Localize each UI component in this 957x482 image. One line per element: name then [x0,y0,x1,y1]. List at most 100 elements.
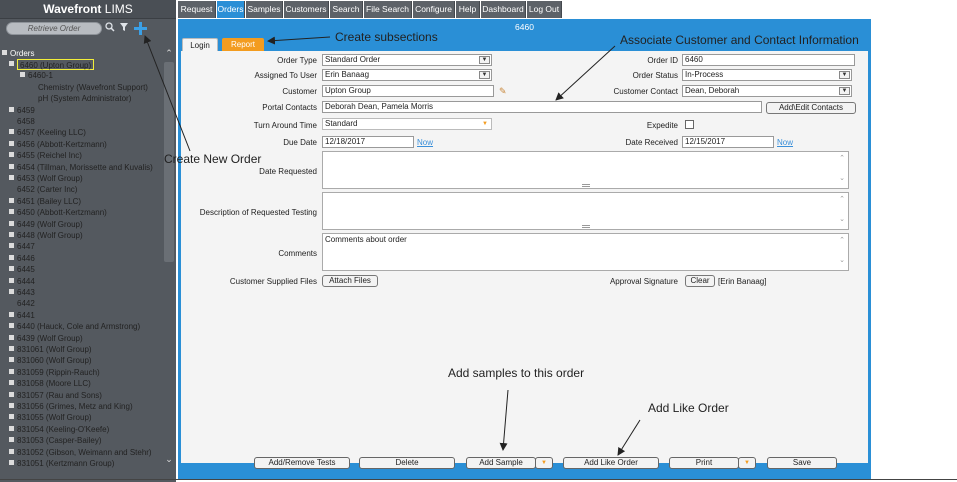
expand-icon[interactable] [9,460,14,465]
expand-icon[interactable] [9,266,14,272]
expand-icon[interactable] [9,163,14,169]
nav-tab-customers[interactable]: Customers [284,1,329,18]
tree-item[interactable]: 831052 (Gibson, Weimann and Stehr) [9,447,152,458]
portal-contacts-input[interactable]: Deborah Dean, Pamela Morris [322,101,762,113]
expand-icon[interactable] [9,346,14,351]
expand-icon[interactable] [9,425,14,431]
plus-icon[interactable] [133,22,147,35]
scroll-up-icon[interactable]: ⌃ [162,48,176,58]
print-button[interactable]: Print [669,457,739,469]
retrieve-order-input[interactable]: Retrieve Order [6,22,102,35]
tree-root[interactable]: Orders [2,48,34,59]
date-requested-textarea[interactable]: ⌃ ⌄ [322,151,849,189]
add-sample-button[interactable]: Add Sample [466,457,536,469]
nav-tab-samples[interactable]: Samples [246,1,283,18]
expand-icon[interactable] [9,197,14,203]
expand-icon[interactable] [9,368,14,374]
tree-item[interactable]: 6451 (Bailey LLC) [9,196,81,207]
scroll-down-icon[interactable]: ⌄ [838,256,846,264]
order-type-select[interactable]: Standard Order ▼ [322,54,492,66]
chevron-down-icon[interactable]: ▼ [839,87,850,95]
expand-icon[interactable] [9,209,14,215]
tree-item[interactable]: 831054 (Keeling-O'Keefe) [9,424,109,435]
tree-item[interactable]: 6443 [9,287,35,298]
expand-icon[interactable] [9,323,14,329]
expand-icon[interactable] [20,72,25,78]
tree-item[interactable]: 6440 (Hauck, Cole and Armstrong) [9,321,140,332]
print-dropdown-icon[interactable]: ▼ [738,457,756,469]
save-button[interactable]: Save [767,457,837,469]
tree-item[interactable]: 6444 [9,276,35,287]
date-received-input[interactable]: 12/15/2017 [682,136,774,148]
tree-item[interactable]: 6460-1 [20,70,53,81]
scroll-down-icon[interactable]: ⌄ [838,215,846,223]
expand-icon[interactable] [9,391,14,397]
resize-grip[interactable] [581,225,590,228]
tree-item[interactable]: 831051 (Kertzmann Group) [9,458,114,469]
filter-icon[interactable] [118,22,130,35]
scroll-down-icon[interactable]: ⌄ [838,174,846,182]
tree-item[interactable]: 831059 (Rippin-Rauch) [9,367,100,378]
expand-icon[interactable] [9,414,14,420]
expand-icon[interactable] [9,403,14,408]
order-status-select[interactable]: In-Process ▼ [682,69,852,81]
customer-contact-select[interactable]: Dean, Deborah ▼ [682,85,852,97]
nav-tab-file-search[interactable]: File Search [364,1,412,18]
tree-item[interactable]: 6446 [9,253,35,264]
tree-item[interactable]: 6454 (Tillman, Morissette and Kuvalis) [9,162,153,173]
expand-icon[interactable] [9,289,14,294]
tree-item[interactable]: 6449 (Wolf Group) [9,219,83,230]
add-edit-contacts-button[interactable]: Add\Edit Contacts [766,102,856,114]
expand-icon[interactable] [9,61,14,66]
tree-item[interactable]: 831058 (Moore LLC) [9,378,91,389]
expand-icon[interactable] [9,243,14,249]
expand-icon[interactable] [9,357,14,363]
chevron-down-icon[interactable]: ▼ [482,119,488,129]
scroll-up-icon[interactable]: ⌃ [838,195,846,203]
tree-item[interactable]: 831061 (Wolf Group) [9,344,92,355]
expand-icon[interactable] [9,140,14,146]
expand-icon[interactable] [2,50,7,55]
nav-tab-orders[interactable]: Orders [217,1,245,18]
expand-icon[interactable] [9,334,14,340]
expand-icon[interactable] [9,129,14,135]
scroll-up-icon[interactable]: ⌃ [838,154,846,162]
tree-item[interactable]: 6455 (Reichel Inc) [9,150,82,161]
expand-icon[interactable] [9,311,14,317]
tree-item[interactable]: 6453 (Wolf Group) [9,173,83,184]
expedite-checkbox[interactable] [685,120,694,129]
add-like-order-button[interactable]: Add Like Order [563,457,659,469]
description-textarea[interactable]: ⌃ ⌄ [322,192,849,230]
tree-item[interactable]: 6448 (Wolf Group) [9,230,83,241]
search-icon[interactable] [104,22,116,35]
tree-item[interactable]: 6457 (Keeling LLC) [9,127,86,138]
nav-tab-request[interactable]: Request [178,1,216,18]
tree-item[interactable]: 6447 [9,241,35,252]
tree-item[interactable]: 6459 [9,105,35,116]
tree-item[interactable]: 6460 (Upton Group) [9,59,95,70]
tree-item[interactable]: 6456 (Abbott-Kertzmann) [9,139,107,150]
tree-item[interactable]: 831056 (Grimes, Metz and King) [9,401,133,412]
add-sample-dropdown-icon[interactable]: ▼ [535,457,553,469]
resize-grip[interactable] [581,184,590,187]
expand-icon[interactable] [9,448,14,454]
scroll-up-icon[interactable]: ⌃ [838,236,846,244]
tree-item[interactable]: 6450 (Abbott-Kertzmann) [9,207,107,218]
expand-icon[interactable] [9,220,14,226]
expand-icon[interactable] [9,106,14,112]
nav-tab-configure[interactable]: Configure [413,1,455,18]
scroll-down-icon[interactable]: ⌄ [162,454,176,464]
tab-report[interactable]: Report [222,38,264,51]
edit-icon[interactable]: ✎ [499,86,509,96]
tab-login[interactable]: Login [182,38,218,51]
expand-icon[interactable] [9,380,14,386]
chevron-down-icon[interactable]: ▼ [479,56,490,64]
expand-icon[interactable] [9,277,14,283]
customer-input[interactable]: Upton Group [322,85,494,97]
due-date-input[interactable]: 12/18/2017 [322,136,414,148]
assigned-to-select[interactable]: Erin Banaag ▼ [322,69,492,81]
expand-icon[interactable] [9,232,14,237]
due-date-now-link[interactable]: Now [417,137,433,148]
expand-icon[interactable] [9,175,14,180]
expand-icon[interactable] [9,254,14,260]
